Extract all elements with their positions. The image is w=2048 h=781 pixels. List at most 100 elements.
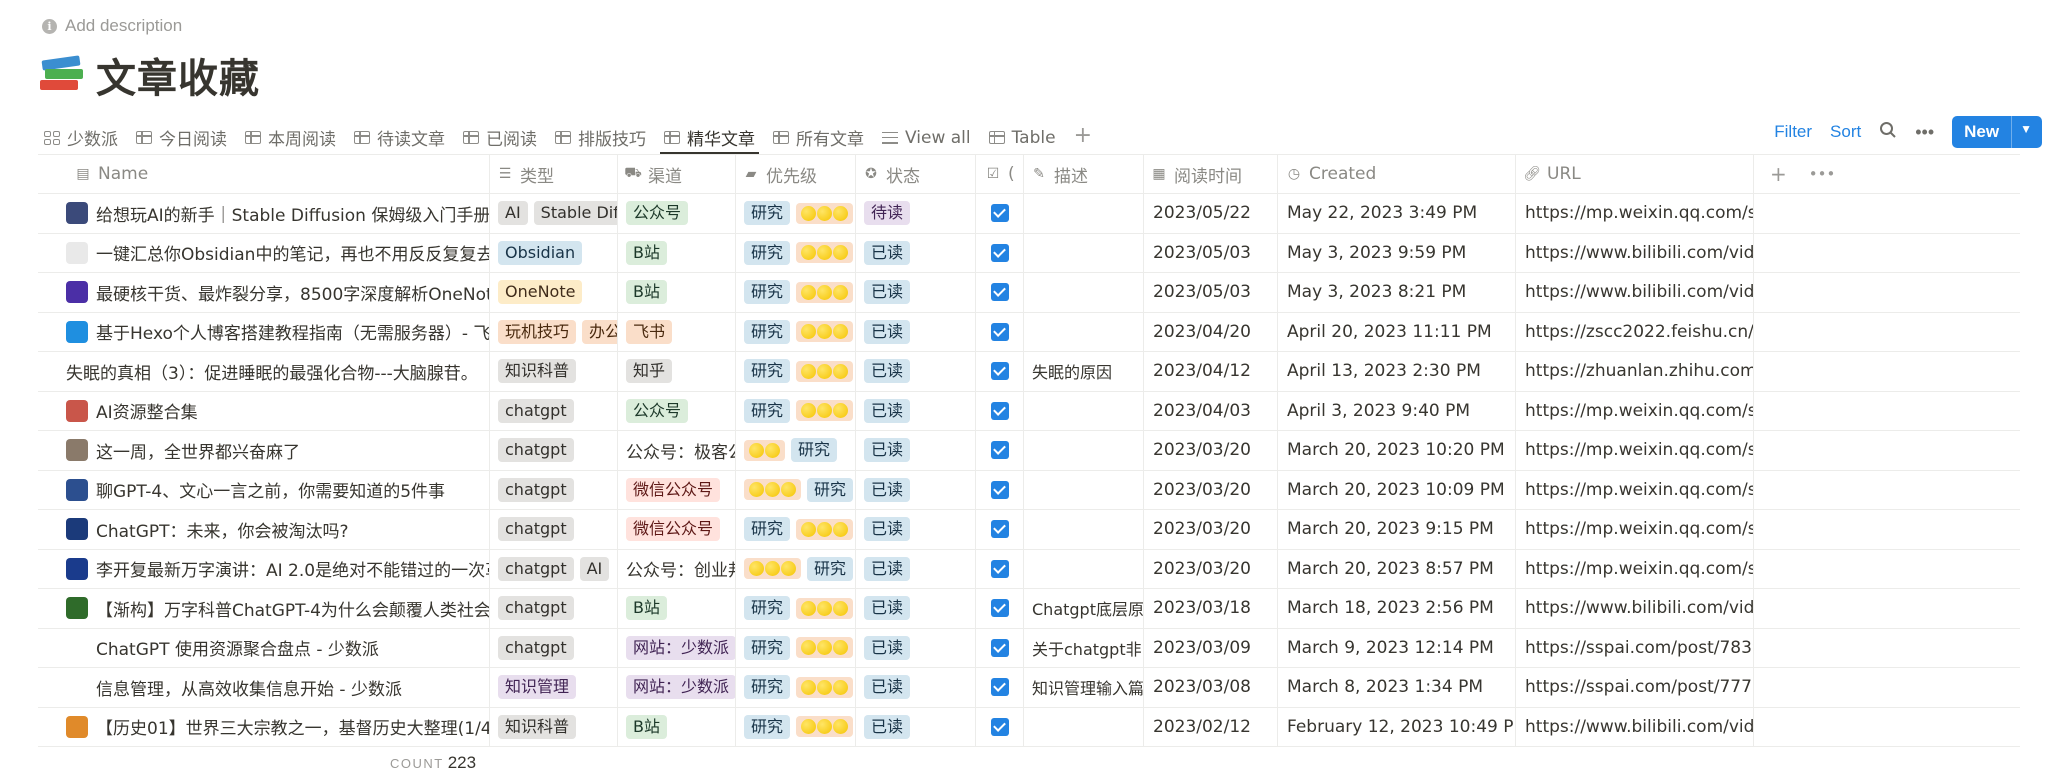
tab-5[interactable]: 排版技巧 [555,116,646,154]
more-icon[interactable]: ••• [1809,165,1836,183]
column-header-type[interactable]: ☰ 类型 [490,155,618,193]
channel-cell[interactable]: 公众号 [618,391,736,430]
table-row[interactable]: 一键汇总你Obsidian中的笔记，再也不用反反复复去找了 Obsidian B站 研… [38,233,2020,273]
read-time-cell[interactable]: 2023/03/20 [1144,510,1278,549]
channel-cell[interactable]: 飞书 [618,312,736,351]
type-cell[interactable]: Obsidian [490,233,618,272]
channel-cell[interactable]: 网站：少数派 [618,668,736,707]
url-cell[interactable]: https://mp.weixin.qq.com/s/EY [1516,510,1754,549]
priority-cell[interactable]: 研究 [736,470,856,509]
checkbox-cell[interactable] [976,628,1024,667]
name-cell[interactable]: 聊GPT-4、文心一言之前，你需要知道的5件事 [38,470,490,509]
table-row[interactable]: 【历史01】世界三大宗教之一，基督历史大整理(1/4) 知识科普 B站 研究 已读 202… [38,707,2020,747]
desc-cell[interactable] [1024,312,1144,351]
channel-cell[interactable]: 知乎 [618,352,736,391]
priority-cell[interactable]: 研究 [736,431,856,470]
checkbox-cell[interactable] [976,589,1024,628]
name-cell[interactable]: ChatGPT 使用资源聚合盘点 - 少数派 [38,628,490,667]
read-time-cell[interactable]: 2023/02/12 [1144,707,1278,746]
type-cell[interactable]: 玩机技巧 办公 [490,312,618,351]
tab-3[interactable]: 待读文章 [354,116,445,154]
column-header-name[interactable]: ▤ Name [38,155,490,193]
table-row[interactable]: ChatGPT：未来，你会被淘汰吗? chatgpt 微信公众号 研究 已读 2023/0… [38,510,2020,550]
checkbox-cell[interactable] [976,668,1024,707]
read-time-cell[interactable]: 2023/03/20 [1144,431,1278,470]
name-cell[interactable]: 李开复最新万字演讲：AI 2.0是绝对不能错过的一次革命 [38,549,490,588]
table-row[interactable]: 失眠的真相（3）：促进睡眠的最强化合物---大脑腺苷。 知识科普 知乎 研究 已读 失眠的… [38,352,2020,392]
status-cell[interactable]: 已读 [856,431,976,470]
checkbox-cell[interactable] [976,510,1024,549]
channel-cell[interactable]: B站 [618,707,736,746]
status-cell[interactable]: 已读 [856,510,976,549]
url-cell[interactable]: https://mp.weixin.qq.com/s/C7 [1516,470,1754,509]
url-cell[interactable]: https://mp.weixin.qq.com/s/nhJ [1516,194,1754,233]
read-time-cell[interactable]: 2023/03/08 [1144,668,1278,707]
column-header-read-time[interactable]: ▦ 阅读时间 [1144,155,1278,193]
url-cell[interactable]: https://www.bilibili.com/video/ [1516,273,1754,312]
url-cell[interactable]: https://www.bilibili.com/video/ [1516,589,1754,628]
name-cell[interactable]: 失眠的真相（3）：促进睡眠的最强化合物---大脑腺苷。 [38,352,490,391]
search-icon[interactable] [1879,121,1897,144]
type-cell[interactable]: chatgpt [490,589,618,628]
checkbox[interactable] [990,520,1009,539]
read-time-cell[interactable]: 2023/04/20 [1144,312,1278,351]
chevron-down-icon[interactable]: ▼ [2011,116,2042,148]
desc-cell[interactable] [1024,510,1144,549]
channel-cell[interactable]: 公众号：极客公园 [618,431,736,470]
status-cell[interactable]: 已读 [856,352,976,391]
column-header-url[interactable]: 🔗︎ URL [1516,155,1754,193]
checkbox[interactable] [990,559,1009,578]
name-cell[interactable]: 这一周，全世界都兴奋麻了 [38,431,490,470]
desc-cell[interactable] [1024,470,1144,509]
read-time-cell[interactable]: 2023/04/03 [1144,391,1278,430]
priority-cell[interactable]: 研究 [736,668,856,707]
status-cell[interactable]: 已读 [856,589,976,628]
tab-2[interactable]: 本周阅读 [245,116,336,154]
status-cell[interactable]: 已读 [856,628,976,667]
priority-cell[interactable]: 研究 [736,273,856,312]
table-row[interactable]: 信息管理，从高效收集信息开始 - 少数派 知识管理 网站：少数派 研究 已读 知识管理输入… [38,668,2020,708]
channel-cell[interactable]: B站 [618,233,736,272]
checkbox[interactable] [990,243,1009,262]
channel-cell[interactable]: 公众号 [618,194,736,233]
table-row[interactable]: AI资源整合集 chatgpt 公众号 研究 已读 2023/04/03 April 3, … [38,391,2020,431]
table-row[interactable]: 李开复最新万字演讲：AI 2.0是绝对不能错过的一次革命 chatgpt AI 公众号… [38,549,2020,589]
url-cell[interactable]: https://zscc2022.feishu.cn/docx [1516,312,1754,351]
type-cell[interactable]: chatgpt [490,431,618,470]
column-header-priority[interactable]: ▰ 优先级 [736,155,856,193]
desc-cell[interactable] [1024,707,1144,746]
name-cell[interactable]: 最硬核干货、最炸裂分享，8500字深度解析OneNote [38,273,490,312]
priority-cell[interactable]: 研究 [736,312,856,351]
name-cell[interactable]: ChatGPT：未来，你会被淘汰吗? [38,510,490,549]
priority-cell[interactable]: 研究 [736,510,856,549]
channel-cell[interactable]: B站 [618,589,736,628]
checkbox-cell[interactable] [976,273,1024,312]
desc-cell[interactable] [1024,431,1144,470]
add-view-icon[interactable]: + [1074,116,1092,154]
desc-cell[interactable] [1024,273,1144,312]
sort-button[interactable]: Sort [1830,122,1861,142]
read-time-cell[interactable]: 2023/05/22 [1144,194,1278,233]
checkbox[interactable] [990,441,1009,460]
read-time-cell[interactable]: 2023/04/12 [1144,352,1278,391]
status-cell[interactable]: 已读 [856,391,976,430]
url-cell[interactable]: https://mp.weixin.qq.com/s/5f [1516,431,1754,470]
filter-button[interactable]: Filter [1774,122,1812,142]
tab-7[interactable]: 所有文章 [773,116,864,154]
read-time-cell[interactable]: 2023/05/03 [1144,233,1278,272]
column-header-created[interactable]: ◷ Created [1278,155,1516,193]
checkbox[interactable] [990,717,1009,736]
url-cell[interactable]: https://www.bilibili.com/video/ [1516,233,1754,272]
type-cell[interactable]: 知识管理 [490,668,618,707]
type-cell[interactable]: AIStable Diffusion [490,194,618,233]
status-cell[interactable]: 已读 [856,470,976,509]
checkbox[interactable] [990,401,1009,420]
read-time-cell[interactable]: 2023/03/09 [1144,628,1278,667]
type-cell[interactable]: OneNote [490,273,618,312]
more-icon[interactable]: ••• [1915,122,1934,143]
name-cell[interactable]: 信息管理，从高效收集信息开始 - 少数派 [38,668,490,707]
priority-cell[interactable]: 研究 [736,628,856,667]
tab-1[interactable]: 今日阅读 [136,116,227,154]
priority-cell[interactable]: 研究 [736,391,856,430]
type-cell[interactable]: chatgpt [490,470,618,509]
